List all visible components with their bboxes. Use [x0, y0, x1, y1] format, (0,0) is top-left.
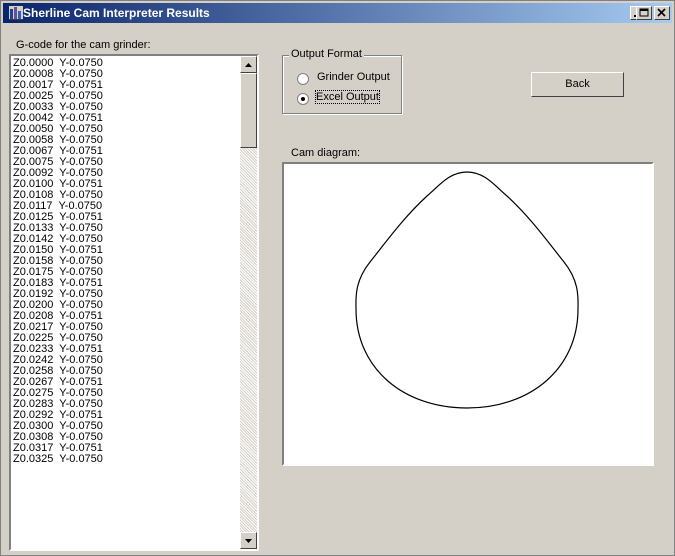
scroll-up-button[interactable] — [240, 56, 257, 73]
cam-profile-icon — [355, 171, 579, 409]
gcode-label: G-code for the cam grinder: — [16, 39, 151, 51]
grinder-output-radio[interactable] — [297, 73, 309, 85]
excel-output-label[interactable]: Excel Output — [315, 90, 380, 104]
output-format-label: Output Format — [289, 48, 364, 60]
gcode-scrollbar[interactable] — [240, 56, 257, 549]
app-icon — [9, 6, 23, 20]
maximize-icon — [639, 8, 649, 17]
gcode-listbox[interactable]: Z0.0000 Y-0.0750 Z0.0008 Y-0.0750 Z0.0017 … — [9, 54, 259, 551]
cam-diagram-label: Cam diagram: — [291, 147, 361, 159]
grinder-output-label[interactable]: Grinder Output — [317, 71, 390, 83]
cam-diagram-canvas — [282, 162, 654, 466]
scroll-track[interactable] — [240, 148, 257, 532]
scroll-thumb[interactable] — [240, 73, 257, 148]
excel-output-radio[interactable] — [297, 93, 309, 105]
back-button[interactable]: Back — [531, 72, 624, 97]
maximize-button[interactable] — [636, 6, 652, 20]
app-window: Sherline Cam Interpreter Results G-code … — [0, 0, 675, 556]
window-title: Sherline Cam Interpreter Results — [23, 6, 210, 20]
title-bar[interactable]: Sherline Cam Interpreter Results — [3, 3, 672, 23]
close-icon — [657, 8, 666, 17]
close-button[interactable] — [654, 6, 670, 20]
arrow-up-icon — [245, 63, 252, 67]
radio-selected-dot — [301, 97, 305, 101]
gcode-list: Z0.0000 Y-0.0750 Z0.0008 Y-0.0750 Z0.0017 … — [13, 58, 103, 465]
scroll-down-button[interactable] — [240, 532, 257, 549]
gcode-line[interactable]: Z0.0325 Y-0.0750 — [13, 454, 103, 465]
arrow-down-icon — [245, 539, 252, 543]
